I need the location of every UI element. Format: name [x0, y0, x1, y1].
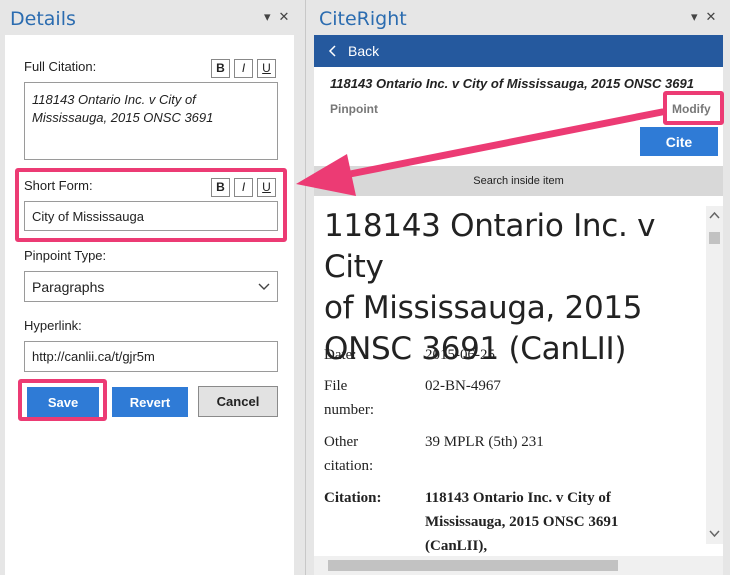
app-window: Details ▾ ✕ Full Citation: B I U 118143 O… — [0, 0, 730, 575]
annotation-arrow — [296, 108, 666, 196]
